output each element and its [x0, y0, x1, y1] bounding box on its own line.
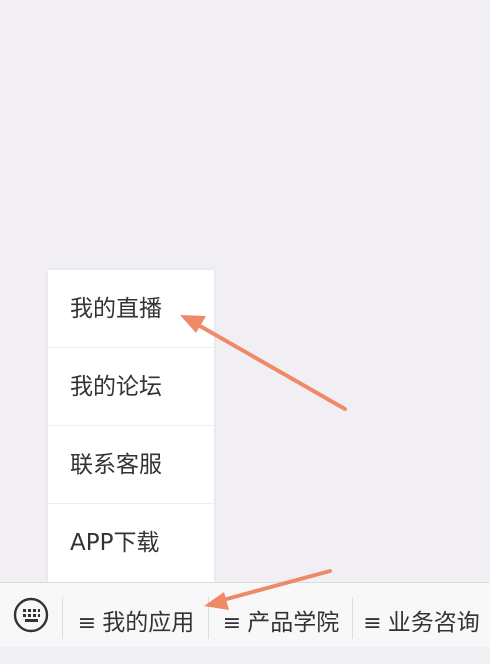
keyboard-icon	[13, 597, 49, 633]
menu-item-app-download[interactable]: APP下载	[48, 504, 214, 582]
tab-my-apps[interactable]: ≡ 我的应用	[66, 583, 206, 647]
menu-lines-icon: ≡	[363, 611, 382, 636]
menu-item-my-live[interactable]: 我的直播	[48, 270, 214, 348]
popup-menu: 我的直播 我的论坛 联系客服 APP下载	[48, 270, 214, 582]
divider	[62, 597, 63, 639]
menu-lines-icon: ≡	[222, 611, 242, 636]
tab-label: 我的应用	[102, 610, 195, 636]
chat-screen: 我的直播 我的论坛 联系客服 APP下载 ≡ 我的应用 ≡ 产品学院 ≡ 业务咨…	[0, 0, 490, 647]
menu-lines-icon: ≡	[77, 611, 97, 636]
tab-label: 业务咨询	[387, 610, 480, 636]
divider	[208, 597, 209, 639]
menu-item-my-forum[interactable]: 我的论坛	[48, 348, 214, 426]
keyboard-toggle-button[interactable]	[0, 583, 62, 647]
menu-item-label: 我的直播	[70, 296, 162, 322]
menu-item-label: 联系客服	[70, 452, 162, 478]
bottom-menu-bar: ≡ 我的应用 ≡ 产品学院 ≡ 业务咨询	[0, 582, 490, 647]
menu-item-label: APP下载	[70, 530, 160, 556]
menu-item-contact-service[interactable]: 联系客服	[48, 426, 214, 504]
tab-business-consulting[interactable]: ≡ 业务咨询	[353, 583, 490, 647]
tab-label: 产品学院	[247, 610, 340, 636]
tab-product-academy[interactable]: ≡ 产品学院	[210, 583, 352, 647]
menu-item-label: 我的论坛	[70, 374, 162, 400]
